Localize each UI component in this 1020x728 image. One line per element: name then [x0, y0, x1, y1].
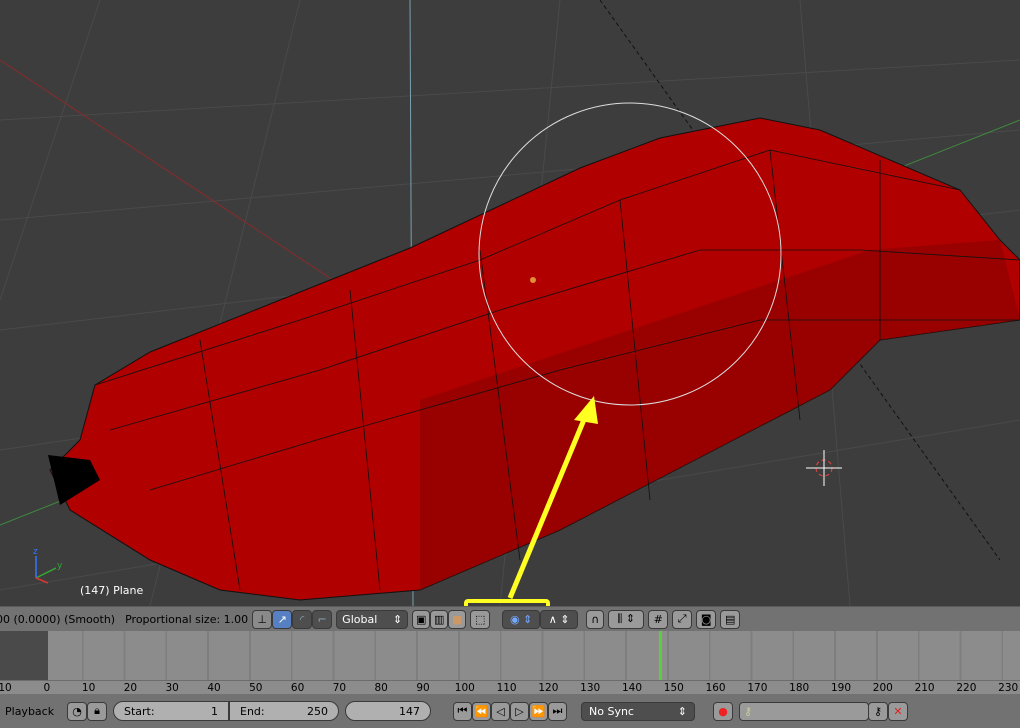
play-reverse-icon[interactable]: ◁ [491, 701, 510, 721]
keying-set-field[interactable]: ⚷ [739, 701, 869, 721]
proportional-edit-icon[interactable]: ◉ ⇕ [502, 609, 541, 629]
ruler-tick-label: 210 [914, 682, 935, 694]
ruler-tick-label: 120 [538, 682, 559, 694]
axis-y-label: y [57, 561, 63, 571]
ruler-tick-label: 130 [580, 682, 601, 694]
ruler-tick-label: 100 [454, 682, 475, 694]
3d-viewport[interactable]: z y (147) Plane [0, 0, 1020, 606]
play-icon[interactable]: ▷ [510, 701, 529, 721]
playback-menu[interactable]: Playback [5, 705, 61, 718]
edge-select-icon[interactable]: ▥ [430, 609, 449, 629]
viewport-header: 00 (0.0000) (Smooth) Proportional size: … [0, 606, 1020, 631]
ruler-tick-label: 200 [872, 682, 893, 694]
ruler-tick-label: 90 [416, 682, 430, 694]
vertex-select-icon[interactable]: ▣ [412, 609, 431, 629]
ruler-tick-label: 230 [998, 682, 1019, 694]
axis-widget-icon [35, 556, 57, 584]
ruler-tick-label: 40 [207, 682, 221, 694]
rotate-icon[interactable]: ◜ [292, 609, 313, 629]
proportional-size[interactable]: Proportional size: 1.00 [125, 613, 248, 626]
render-camera-icon[interactable]: ◙ [696, 609, 717, 629]
ruler-tick-label: 50 [249, 682, 263, 694]
object-label: (147) Plane [80, 584, 144, 597]
ruler-tick-label: 170 [747, 682, 768, 694]
status-text: 00 (0.0000) (Smooth) [0, 612, 116, 626]
manipulator-icon[interactable]: ⊥ [252, 609, 273, 629]
limit-selection-icon[interactable]: ⬚ [470, 609, 491, 629]
start-frame-field[interactable]: Start: 1 [113, 701, 229, 721]
ruler-tick-label: 80 [374, 682, 388, 694]
ruler-tick-label: 110 [496, 682, 517, 694]
frame-ruler[interactable]: 10 0 10 20 30 40 50 60 70 80 90 100 110 120 130 140 150 1… [0, 680, 1020, 694]
insert-keyframe-icon[interactable]: ⚷ [868, 701, 888, 721]
timeline[interactable] [0, 631, 1020, 694]
ruler-tick-label: 0 [43, 682, 51, 694]
timeline-header: Playback ◔ 🔒︎ Start: 1 End: 250 147 ⏮ ⏪ ◁ … [0, 694, 1020, 728]
jump-keyframe-back-icon[interactable]: ⏪ [472, 701, 491, 721]
scene: z y [0, 0, 1020, 606]
jump-end-icon[interactable]: ⏭ [548, 701, 567, 721]
3d-cursor-icon [806, 450, 842, 486]
ruler-tick-label: 70 [332, 682, 347, 694]
ruler-tick-label: 20 [123, 682, 138, 694]
keying-set-icon[interactable]: ◔ [67, 701, 87, 721]
sync-select[interactable]: No Sync ⇕ [581, 701, 695, 721]
snap-element-icon[interactable]: ⫼ ⇕ [608, 609, 645, 629]
snap-target-icon[interactable]: # [648, 609, 669, 629]
scale-icon[interactable]: ⌐ [312, 609, 333, 629]
ruler-tick-label: 220 [956, 682, 977, 694]
record-icon[interactable]: ● [713, 701, 733, 721]
ruler-tick-label: 140 [621, 682, 643, 694]
ruler-tick-label: 160 [705, 682, 726, 694]
jump-keyframe-forward-icon[interactable]: ⏩ [529, 701, 548, 721]
falloff-smooth-icon[interactable]: ∧ ⇕ [540, 609, 579, 629]
translate-icon[interactable]: ↗ [272, 609, 293, 629]
ruler-tick-label: 10 [0, 682, 12, 694]
ruler-tick-label: 190 [830, 682, 852, 694]
mirror-icon[interactable]: ⤢ [672, 609, 693, 629]
ruler-tick-label: 10 [81, 682, 96, 694]
jump-start-icon[interactable]: ⏮ [453, 701, 472, 721]
ruler-tick-label: 60 [290, 682, 305, 694]
ruler-tick-label: 150 [663, 682, 684, 694]
snap-icon[interactable]: ∩ [586, 609, 605, 629]
render-anim-icon[interactable]: ▤ [720, 609, 741, 629]
face-select-icon[interactable]: ■ [448, 609, 467, 629]
ruler-tick-label: 30 [165, 682, 179, 694]
lock-icon[interactable]: 🔒︎ [87, 701, 107, 721]
axis-z-label: z [33, 547, 38, 557]
end-frame-field[interactable]: End: 250 [229, 701, 339, 721]
current-frame-field[interactable]: 147 [345, 701, 431, 721]
ruler-tick-label: 180 [789, 682, 810, 694]
orientation-select[interactable]: Global ⇕ [336, 609, 409, 629]
delete-keyframe-icon[interactable]: ✕ [888, 701, 908, 721]
